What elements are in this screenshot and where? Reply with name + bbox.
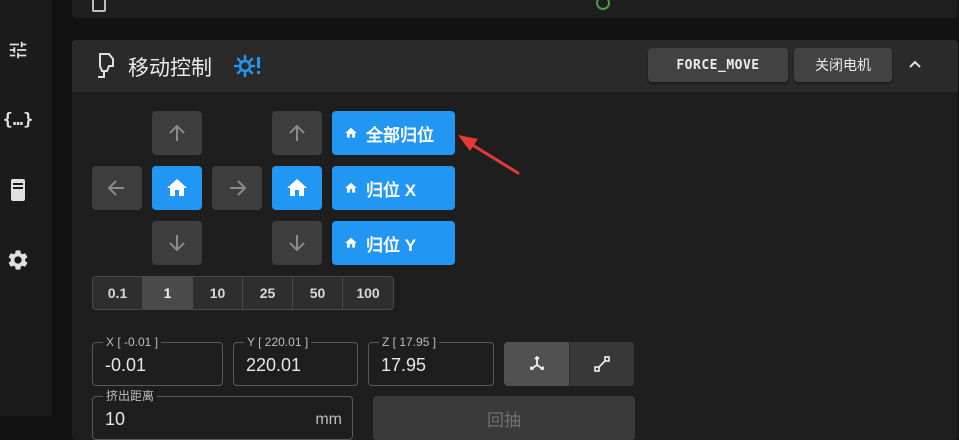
card-title: 移动控制 bbox=[128, 52, 212, 82]
tune-icon[interactable] bbox=[0, 32, 36, 68]
home-icon bbox=[344, 181, 358, 195]
arrow-left-icon bbox=[107, 178, 127, 198]
printer-icon[interactable] bbox=[0, 172, 36, 208]
home-icon bbox=[344, 236, 358, 250]
main-content: 移动控制 FORCE_MOVE 关闭电机 bbox=[52, 0, 959, 416]
force-move-button[interactable]: FORCE_MOVE bbox=[648, 48, 788, 82]
step-option[interactable]: 25 bbox=[243, 277, 293, 309]
step-option[interactable]: 100 bbox=[343, 277, 393, 309]
home-icon bbox=[344, 126, 358, 140]
move-tool-icon bbox=[94, 52, 120, 80]
extrude-distance-field[interactable]: 挤出距离 10 mm bbox=[92, 396, 353, 440]
step-option[interactable]: 0.1 bbox=[93, 277, 143, 309]
extrude-unit: mm bbox=[315, 411, 342, 429]
y-position-field[interactable]: Y [ 220.01 ] 220.01 bbox=[233, 342, 358, 386]
retract-label: 回抽 bbox=[487, 406, 521, 431]
chevron-up-icon bbox=[907, 57, 923, 73]
absolute-mode-button[interactable] bbox=[504, 342, 569, 386]
jog-y-minus-button[interactable] bbox=[152, 221, 202, 265]
document-icon bbox=[92, 0, 106, 12]
step-option[interactable]: 10 bbox=[193, 277, 243, 309]
jog-x-minus-button[interactable] bbox=[92, 166, 142, 210]
y-position-value[interactable]: 220.01 bbox=[246, 355, 301, 376]
collapse-button[interactable] bbox=[898, 48, 932, 82]
retract-button[interactable]: 回抽 bbox=[373, 396, 635, 440]
z-position-field[interactable]: Z [ 17.95 ] 17.95 bbox=[368, 342, 494, 386]
extrude-distance-label: 挤出距离 bbox=[103, 389, 157, 403]
jog-z-minus-button[interactable] bbox=[272, 221, 322, 265]
z-position-value[interactable]: 17.95 bbox=[381, 355, 426, 376]
step-size-group: 0.1 1 10 25 50 100 bbox=[92, 276, 394, 310]
move-mode-toggle bbox=[504, 342, 635, 386]
previous-card bbox=[72, 0, 958, 18]
sidebar: {…} bbox=[0, 0, 52, 416]
home-icon bbox=[165, 176, 189, 200]
jog-z-plus-button[interactable] bbox=[272, 111, 322, 155]
home-all-label: 全部归位 bbox=[366, 121, 434, 146]
gear-icon[interactable] bbox=[0, 242, 36, 278]
arrow-up-icon bbox=[167, 123, 187, 143]
arrow-right-icon bbox=[227, 178, 247, 198]
annotation-arrow bbox=[452, 125, 532, 185]
home-z-button[interactable] bbox=[272, 166, 322, 210]
card-header: 移动控制 FORCE_MOVE 关闭电机 bbox=[72, 40, 958, 92]
y-position-label: Y [ 220.01 ] bbox=[244, 335, 311, 349]
step-option-selected[interactable]: 1 bbox=[143, 277, 193, 309]
code-braces-icon[interactable]: {…} bbox=[0, 102, 36, 138]
step-option[interactable]: 50 bbox=[293, 277, 343, 309]
x-position-field[interactable]: X [ -0.01 ] -0.01 bbox=[92, 342, 223, 386]
motors-off-button[interactable]: 关闭电机 bbox=[794, 48, 892, 82]
home-icon bbox=[285, 176, 309, 200]
vector-line-icon bbox=[593, 355, 611, 373]
extrude-distance-value[interactable]: 10 bbox=[105, 409, 125, 430]
home-x-button[interactable]: 归位 X bbox=[332, 166, 455, 210]
home-y-button[interactable]: 归位 Y bbox=[332, 221, 455, 265]
jog-x-plus-button[interactable] bbox=[212, 166, 262, 210]
axes-icon bbox=[527, 354, 547, 374]
home-all-button[interactable]: 全部归位 bbox=[332, 111, 455, 155]
home-x-label: 归位 X bbox=[366, 176, 416, 201]
jog-y-plus-button[interactable] bbox=[152, 111, 202, 155]
status-ok-icon bbox=[596, 0, 610, 10]
z-position-label: Z [ 17.95 ] bbox=[379, 335, 439, 349]
motion-control-card: 移动控制 FORCE_MOVE 关闭电机 bbox=[72, 40, 958, 440]
x-position-value[interactable]: -0.01 bbox=[105, 355, 146, 376]
x-position-label: X [ -0.01 ] bbox=[103, 335, 161, 349]
relative-mode-button[interactable] bbox=[569, 342, 634, 386]
arrow-up-icon bbox=[287, 123, 307, 143]
virus-warning-icon bbox=[234, 52, 262, 80]
home-xy-button[interactable] bbox=[152, 166, 202, 210]
arrow-down-icon bbox=[167, 233, 187, 253]
arrow-down-icon bbox=[287, 233, 307, 253]
home-y-label: 归位 Y bbox=[366, 231, 416, 256]
